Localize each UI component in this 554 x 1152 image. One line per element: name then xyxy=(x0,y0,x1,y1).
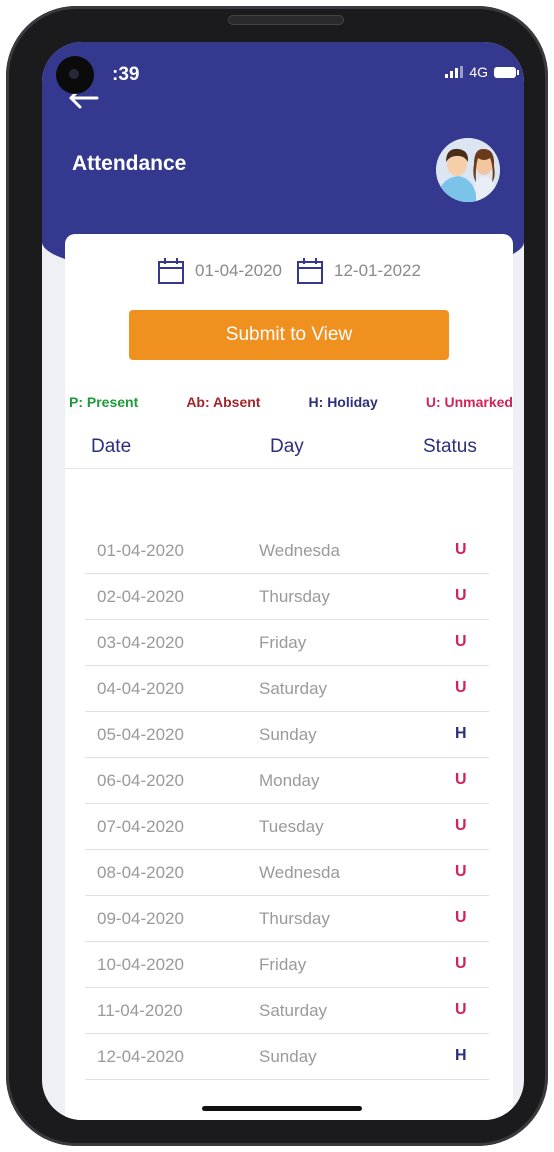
row-status: U xyxy=(455,633,467,650)
row-status: U xyxy=(455,1001,467,1018)
home-indicator[interactable] xyxy=(202,1106,362,1111)
row-day: Saturday xyxy=(259,679,328,698)
legend-unmarked: U: Unmarked xyxy=(425,394,513,410)
row-date: 03-04-2020 xyxy=(97,633,184,652)
row-date: 08-04-2020 xyxy=(97,863,184,882)
row-status: U xyxy=(455,817,467,834)
row-date: 10-04-2020 xyxy=(97,955,184,974)
table-row: 04-04-2020 Saturday U xyxy=(85,666,489,712)
row-day: Wednesda xyxy=(259,863,340,882)
row-date: 05-04-2020 xyxy=(97,725,184,744)
table-row: 10-04-2020 Friday U xyxy=(85,942,489,988)
app-screen: :39 4G Attendance 01-04-2020 12-01-2022 … xyxy=(42,42,524,1120)
row-day: Saturday xyxy=(259,1001,328,1020)
row-date: 12-04-2020 xyxy=(97,1047,184,1066)
table-row: 02-04-2020 Thursday U xyxy=(85,574,489,620)
row-day: Thursday xyxy=(259,909,330,928)
submit-to-view-button[interactable]: Submit to View xyxy=(129,310,449,360)
row-date: 01-04-2020 xyxy=(97,541,184,560)
status-time: :39 xyxy=(112,64,140,85)
row-status: H xyxy=(455,725,467,742)
speaker-grille xyxy=(228,15,344,25)
attendance-card: 01-04-2020 12-01-2022 Submit to View P: … xyxy=(65,234,513,1120)
row-status: U xyxy=(455,955,467,972)
from-date-picker[interactable]: 01-04-2020 xyxy=(157,257,282,285)
status-column-header: Status xyxy=(423,436,477,457)
row-status: H xyxy=(455,1047,467,1064)
row-status: U xyxy=(455,771,467,788)
row-date: 04-04-2020 xyxy=(97,679,184,698)
row-day: Monday xyxy=(259,771,320,790)
day-column-header: Day xyxy=(270,436,304,457)
phone-frame: :39 4G Attendance 01-04-2020 12-01-2022 … xyxy=(6,6,548,1146)
row-status: U xyxy=(455,679,467,696)
signal-icon xyxy=(445,66,464,78)
calendar-icon xyxy=(158,258,185,284)
users-avatar-icon xyxy=(436,138,500,202)
row-day: Sunday xyxy=(259,725,317,744)
table-row: 08-04-2020 Wednesda U xyxy=(85,850,489,896)
row-date: 06-04-2020 xyxy=(97,771,184,790)
row-day: Thursday xyxy=(259,587,330,606)
legend-absent: Ab: Absent xyxy=(186,394,261,410)
attendance-list: 01-04-2020 Wednesda U 02-04-2020 Thursda… xyxy=(85,528,489,1080)
front-camera xyxy=(56,56,94,94)
network-type: 4G xyxy=(469,64,488,80)
to-date-value: 12-01-2022 xyxy=(334,261,421,280)
row-status: U xyxy=(455,909,467,926)
status-indicators: 4G xyxy=(445,64,519,80)
legend-holiday: H: Holiday xyxy=(308,394,378,410)
row-day: Friday xyxy=(259,955,307,974)
row-day: Sunday xyxy=(259,1047,317,1066)
table-row: 01-04-2020 Wednesda U xyxy=(85,528,489,574)
table-row: 12-04-2020 Sunday H xyxy=(85,1034,489,1080)
row-date: 11-04-2020 xyxy=(97,1001,183,1020)
table-row: 09-04-2020 Thursday U xyxy=(85,896,489,942)
date-column-header: Date xyxy=(91,436,132,457)
row-date: 07-04-2020 xyxy=(97,817,184,836)
calendar-icon xyxy=(297,258,323,284)
row-day: Friday xyxy=(259,633,307,652)
row-status: U xyxy=(455,587,467,604)
table-row: 11-04-2020 Saturday U xyxy=(85,988,489,1034)
to-date-picker[interactable]: 12-01-2022 xyxy=(296,257,421,285)
page-title: Attendance xyxy=(72,152,187,175)
battery-icon xyxy=(494,66,519,78)
row-status: U xyxy=(455,541,467,558)
row-date: 02-04-2020 xyxy=(97,587,184,606)
table-row: 06-04-2020 Monday U xyxy=(85,758,489,804)
row-status: U xyxy=(455,863,467,880)
table-header: Date Day Status xyxy=(65,434,513,469)
table-row: 05-04-2020 Sunday H xyxy=(85,712,489,758)
row-day: Tuesday xyxy=(259,817,324,836)
row-day: Wednesda xyxy=(259,541,340,560)
legend-present: P: Present xyxy=(69,394,139,410)
row-date: 09-04-2020 xyxy=(97,909,184,928)
date-range: 01-04-2020 12-01-2022 xyxy=(65,257,513,285)
status-legend: P: Present Ab: Absent H: Holiday U: Unma… xyxy=(69,394,513,410)
profile-avatar[interactable] xyxy=(436,138,500,202)
table-row: 07-04-2020 Tuesday U xyxy=(85,804,489,850)
from-date-value: 01-04-2020 xyxy=(195,261,282,280)
table-row: 03-04-2020 Friday U xyxy=(85,620,489,666)
